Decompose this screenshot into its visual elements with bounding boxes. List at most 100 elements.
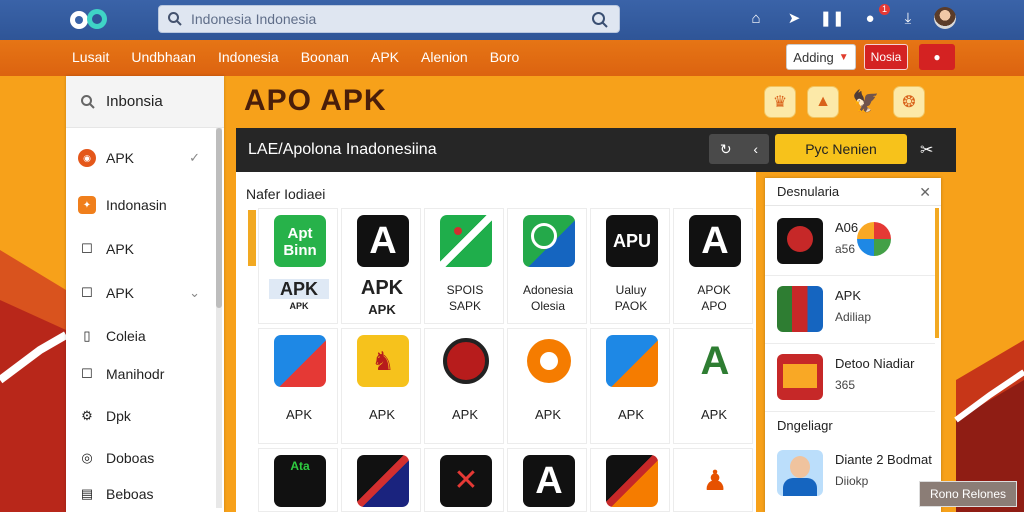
garuda-icon: ♞ bbox=[357, 335, 409, 387]
sidebar-item[interactable]: ☐ Manihodr bbox=[66, 360, 216, 388]
record-button[interactable]: ● bbox=[919, 44, 955, 70]
eagle-icon[interactable]: 🦅 bbox=[850, 86, 882, 118]
app-card[interactable]: A bbox=[507, 448, 587, 512]
nav-item[interactable]: Lusait bbox=[72, 49, 109, 65]
sidebar-scrollbar[interactable] bbox=[216, 128, 222, 508]
gear-icon: ⚙ bbox=[81, 408, 93, 423]
search-bar[interactable]: Indonesia Indonesia bbox=[158, 5, 620, 33]
app-card[interactable]: A APK APK bbox=[341, 208, 421, 324]
app-label: APOK bbox=[697, 283, 731, 297]
home-icon[interactable]: ⌂ bbox=[744, 6, 768, 30]
sidebar-item[interactable]: ▤ Beboas bbox=[66, 480, 216, 508]
shirt-icon bbox=[783, 478, 817, 496]
sidebar-item-label: APK bbox=[106, 150, 135, 166]
nav-item[interactable]: Undbhaan bbox=[131, 49, 196, 65]
header-badges: ♛ ▲ 🦅 ❂ bbox=[764, 86, 925, 118]
red-button[interactable]: Nosia bbox=[864, 44, 908, 70]
app-card[interactable]: ♞ APK bbox=[341, 328, 421, 444]
app-card[interactable]: Ata bbox=[258, 448, 338, 512]
square-icon: ☐ bbox=[81, 241, 93, 256]
list-item-subtitle: Adiliap bbox=[835, 310, 872, 324]
emblem-icon[interactable]: ❂ bbox=[893, 86, 925, 118]
circle-icon: ◎ bbox=[81, 450, 93, 465]
refresh-control[interactable]: ↻ ‹ bbox=[709, 134, 769, 164]
sidebar-item[interactable]: ◉ APK ✓ bbox=[66, 144, 216, 172]
app-icon bbox=[523, 215, 575, 267]
tools-icon[interactable]: ✂ bbox=[920, 140, 933, 160]
app-label: APK bbox=[269, 279, 329, 299]
sidebar-item-label: Indonasin bbox=[106, 197, 167, 213]
close-icon[interactable]: ✕ bbox=[919, 184, 931, 201]
list-item[interactable]: A06 a56 bbox=[765, 208, 935, 276]
adding-dropdown[interactable]: Adding ▼ bbox=[786, 44, 856, 70]
app-card[interactable]: APK bbox=[258, 328, 338, 444]
app-sublabel: Olesia bbox=[530, 299, 565, 313]
nav-item[interactable]: Alenion bbox=[421, 49, 468, 65]
list-item[interactable]: APK Adiliap bbox=[765, 276, 935, 344]
sidebar-item[interactable]: ◎ Doboas bbox=[66, 444, 216, 472]
app-card[interactable]: APK bbox=[590, 328, 670, 444]
download-icon[interactable]: ⤓ bbox=[896, 6, 920, 30]
notification-icon[interactable]: ● 1 bbox=[858, 4, 890, 30]
person-avatar-icon bbox=[777, 450, 823, 496]
logo-icon[interactable] bbox=[68, 6, 114, 32]
app-card[interactable]: ✕ bbox=[424, 448, 504, 512]
app-card[interactable]: A APK bbox=[673, 328, 753, 444]
list-item-title: A06 bbox=[835, 220, 859, 235]
app-card[interactable]: Adonesia Olesia bbox=[507, 208, 587, 324]
pause-icon[interactable]: ❚❚ bbox=[819, 6, 844, 30]
square-icon: ☐ bbox=[81, 366, 93, 381]
sidebar-item[interactable]: ☐ APK bbox=[66, 235, 216, 263]
sidebar-item[interactable]: ✦ Indonasin bbox=[66, 191, 216, 219]
chevron-left-icon[interactable]: ‹ bbox=[753, 141, 758, 157]
orange-circle-icon: ◉ bbox=[78, 149, 96, 167]
sidebar-item-label: Coleia bbox=[106, 328, 146, 344]
yellow-action-button[interactable]: Pyc Nenien bbox=[775, 134, 907, 164]
search-input[interactable]: Indonesia Indonesia bbox=[191, 11, 611, 27]
sidebar-item[interactable]: ▯ Coleia bbox=[66, 322, 216, 350]
triangle-icon[interactable]: ▲ bbox=[807, 86, 839, 118]
sidebar-item[interactable]: ☐ APK ⌄ bbox=[66, 279, 216, 307]
nav-item[interactable]: Boro bbox=[490, 49, 520, 65]
nav-item[interactable]: Indonesia bbox=[218, 49, 279, 65]
a-logo-icon: A bbox=[523, 455, 575, 507]
right-panel-header: Desnularia ✕ bbox=[765, 178, 941, 206]
sidebar-search[interactable]: Inbonsia bbox=[66, 76, 224, 128]
app-card[interactable] bbox=[590, 448, 670, 512]
app-card[interactable]: APU Ualuy PAOK bbox=[590, 208, 670, 324]
app-card[interactable]: Apt Binn APK APK bbox=[258, 208, 338, 324]
right-panel-scrollbar[interactable] bbox=[935, 208, 939, 338]
sidebar-item[interactable]: ⚙ Dpk bbox=[66, 402, 216, 430]
red-button-label: Nosia bbox=[870, 50, 902, 64]
list-item-subtitle: a56 bbox=[835, 242, 856, 256]
app-card[interactable]: APK bbox=[507, 328, 587, 444]
avatar[interactable] bbox=[934, 7, 956, 29]
list-item[interactable]: Diante 2 Bodmat Diiokp bbox=[765, 440, 935, 508]
refresh-icon[interactable]: ↻ bbox=[720, 141, 732, 158]
badge-icon bbox=[787, 226, 813, 252]
nav-item[interactable]: Boonan bbox=[301, 49, 349, 65]
app-label: Ualuy bbox=[615, 283, 647, 297]
app-card[interactable] bbox=[341, 448, 421, 512]
bottom-action-label: Rono Relones bbox=[929, 487, 1007, 501]
crown-icon[interactable]: ♛ bbox=[764, 86, 796, 118]
app-card[interactable]: SPOIS SAPK bbox=[424, 208, 504, 324]
scrollbar-thumb[interactable] bbox=[216, 128, 222, 308]
app-card[interactable]: ♟ bbox=[673, 448, 753, 512]
document-icon: ▤ bbox=[80, 486, 94, 501]
send-icon[interactable]: ➤ bbox=[782, 6, 806, 30]
app-sublabel: APO bbox=[701, 299, 727, 313]
app-icon bbox=[777, 218, 823, 264]
list-item[interactable]: Detoo Niadiar 365 bbox=[765, 344, 935, 412]
chevron-down-icon: ⌄ bbox=[189, 285, 200, 300]
a-logo-icon: A bbox=[689, 335, 741, 387]
app-icon bbox=[777, 286, 823, 332]
app-card[interactable]: APK bbox=[424, 328, 504, 444]
search-submit-icon[interactable] bbox=[591, 11, 609, 29]
sidebar-item-label: APK bbox=[106, 241, 135, 257]
nav-item[interactable]: APK bbox=[371, 49, 399, 65]
app-card[interactable]: A APOK APO bbox=[673, 208, 753, 324]
app-label: APK bbox=[360, 277, 404, 299]
bottom-action-button[interactable]: Rono Relones bbox=[919, 481, 1017, 507]
top-icons: ⌂ ➤ ❚❚ ● 1 ⤓ bbox=[744, 4, 956, 30]
